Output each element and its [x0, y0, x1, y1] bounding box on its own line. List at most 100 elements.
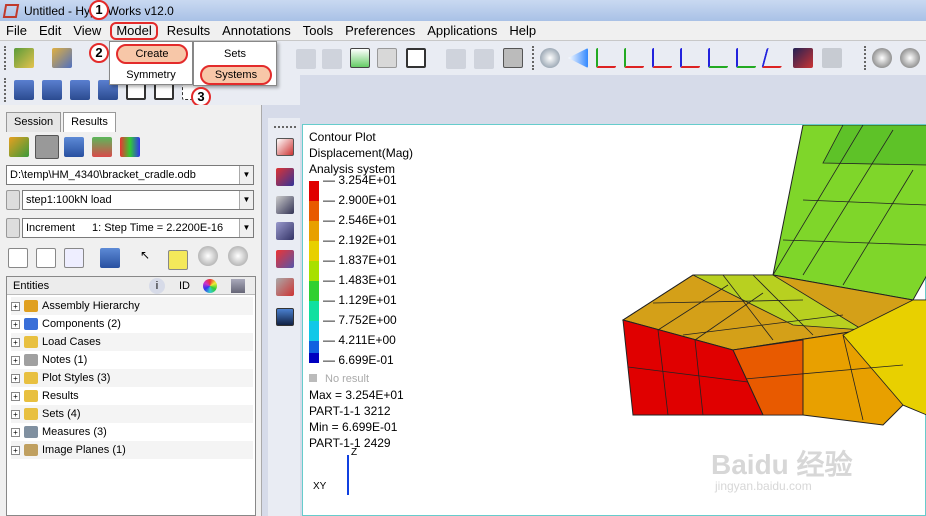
menu-model[interactable]: Model [110, 21, 158, 40]
swap-window-icon[interactable] [474, 49, 494, 69]
chevron-down-icon[interactable]: ▼ [239, 219, 253, 237]
view-xy-top-icon[interactable] [596, 48, 616, 68]
zoom-icon[interactable] [540, 48, 560, 68]
expand-icon[interactable]: + [11, 319, 20, 329]
measure-tool-icon[interactable] [276, 278, 294, 296]
expand-icon[interactable]: + [11, 445, 20, 455]
tree-item[interactable]: + Assembly Hierarchy [11, 297, 253, 315]
isolate-icon[interactable] [168, 250, 188, 270]
info-icon[interactable]: i [149, 278, 165, 294]
deformed-tool-icon[interactable] [276, 222, 294, 240]
zoom-out-icon[interactable] [872, 48, 892, 68]
previous-view-icon[interactable] [568, 48, 588, 68]
view-xy-bottom-icon[interactable] [624, 48, 644, 68]
camera-icon[interactable] [822, 48, 842, 68]
delete-page-icon[interactable] [377, 48, 397, 68]
tree-view-icon[interactable] [8, 248, 28, 268]
iso-tool-icon[interactable] [276, 250, 294, 268]
tab-results[interactable]: Results [63, 112, 116, 132]
menu-file[interactable]: File [0, 21, 33, 41]
toolbar-grip[interactable] [4, 46, 7, 70]
tree-item[interactable]: + Notes (1) [11, 351, 87, 369]
view-zx-right-icon[interactable] [680, 48, 700, 68]
open-model-icon[interactable] [14, 48, 34, 68]
tree-item[interactable]: + Components (2) [11, 315, 121, 333]
session-open-icon[interactable] [42, 80, 62, 100]
menu-results[interactable]: Results [161, 21, 216, 41]
menu-applications[interactable]: Applications [421, 21, 503, 41]
file-path-field[interactable]: D:\temp\HM_4340\bracket_cradle.odb ▼ [6, 165, 254, 185]
sync-window-icon[interactable] [503, 48, 523, 68]
step-filter-icon[interactable] [6, 190, 20, 210]
load-model-icon[interactable] [9, 137, 29, 157]
expand-icon[interactable]: + [11, 301, 20, 311]
expand-icon[interactable]: + [11, 337, 20, 347]
arrow-left-icon[interactable] [296, 49, 316, 69]
menu-help[interactable]: Help [503, 21, 542, 41]
view-zy-front-icon[interactable] [708, 48, 728, 68]
tensor-tool-icon[interactable] [276, 196, 294, 214]
add-page-icon[interactable] [350, 48, 370, 68]
view-zx-left-icon[interactable] [652, 48, 672, 68]
expand-icon[interactable]: + [11, 391, 20, 401]
monitor-tool-icon[interactable] [276, 308, 294, 326]
step-select[interactable]: step1:100kN load ▼ [22, 190, 254, 210]
load-results-icon[interactable] [52, 48, 72, 68]
tree-item[interactable]: + Measures (3) [11, 423, 107, 441]
menu-item-create[interactable]: Create [116, 44, 188, 64]
arrow-right-icon[interactable] [322, 49, 342, 69]
menu-item-sets[interactable]: Sets [194, 45, 276, 63]
tree-item[interactable]: + Sets (4) [11, 405, 253, 423]
graphics-viewport[interactable]: Contour Plot Displacement(Mag) Analysis sy… [302, 124, 926, 516]
session-save-icon[interactable] [14, 80, 34, 100]
toolbar-grip-4[interactable] [4, 78, 7, 102]
menu-item-symmetry[interactable]: Symmetry [110, 66, 192, 84]
window-layout-icon[interactable] [446, 49, 466, 69]
page-layout-icon[interactable] [406, 48, 426, 68]
chevron-down-icon[interactable]: ▼ [239, 191, 253, 209]
vector-tool-icon[interactable] [276, 168, 294, 186]
legend-label: — 1.837E+01 [323, 253, 397, 267]
select-cursor-icon[interactable]: ↖ [140, 248, 160, 268]
zoom-in-icon[interactable] [900, 48, 920, 68]
add-result-icon[interactable] [92, 137, 112, 157]
view-iso-icon[interactable] [761, 48, 787, 68]
model-icon[interactable] [35, 135, 59, 159]
tree-item[interactable]: + Results [11, 387, 79, 405]
flat-view-icon[interactable] [36, 248, 56, 268]
tree-item[interactable]: + Image Planes (1) [11, 441, 253, 459]
toolbar-grip-3[interactable] [864, 46, 867, 70]
strip-grip[interactable] [274, 126, 296, 128]
expand-icon[interactable]: + [11, 355, 20, 365]
expand-icon[interactable]: + [11, 373, 20, 383]
tree-item[interactable]: + Plot Styles (3) [11, 369, 253, 387]
component-icon[interactable] [64, 137, 84, 157]
legend-value: 2.546E+01 [338, 213, 397, 227]
expand-icon[interactable]: + [11, 409, 20, 419]
show-hide-icon[interactable] [198, 246, 218, 266]
user-view-icon[interactable] [793, 48, 813, 68]
no-result-swatch [309, 374, 317, 382]
menu-preferences[interactable]: Preferences [339, 21, 421, 41]
menu-edit[interactable]: Edit [33, 21, 67, 41]
tab-session[interactable]: Session [6, 112, 62, 132]
refresh-icon[interactable] [64, 248, 84, 268]
chevron-down-icon[interactable]: ▼ [239, 166, 253, 184]
tree-item[interactable]: + Load Cases [11, 333, 253, 351]
menu-annotations[interactable]: Annotations [216, 21, 297, 41]
toolbar-grip-2[interactable] [532, 46, 535, 70]
contour-icon[interactable] [120, 137, 140, 157]
entity-type-icon[interactable] [100, 248, 120, 268]
increment-select[interactable]: Increment 1: Step Time = 2.2200E-16 ▼ [22, 218, 254, 238]
view-zy-back-icon[interactable] [736, 48, 756, 68]
menu-tools[interactable]: Tools [297, 21, 339, 41]
color-wheel-icon[interactable] [203, 279, 217, 293]
menu-item-systems[interactable]: Systems [200, 65, 272, 85]
cube-icon[interactable] [231, 279, 245, 293]
show-one-icon[interactable] [228, 246, 248, 266]
menu-view[interactable]: View [67, 21, 107, 41]
expand-icon[interactable]: + [11, 427, 20, 437]
increment-filter-icon[interactable] [6, 218, 20, 238]
contour-tool-icon[interactable] [276, 138, 294, 156]
session-import-icon[interactable] [70, 80, 90, 100]
